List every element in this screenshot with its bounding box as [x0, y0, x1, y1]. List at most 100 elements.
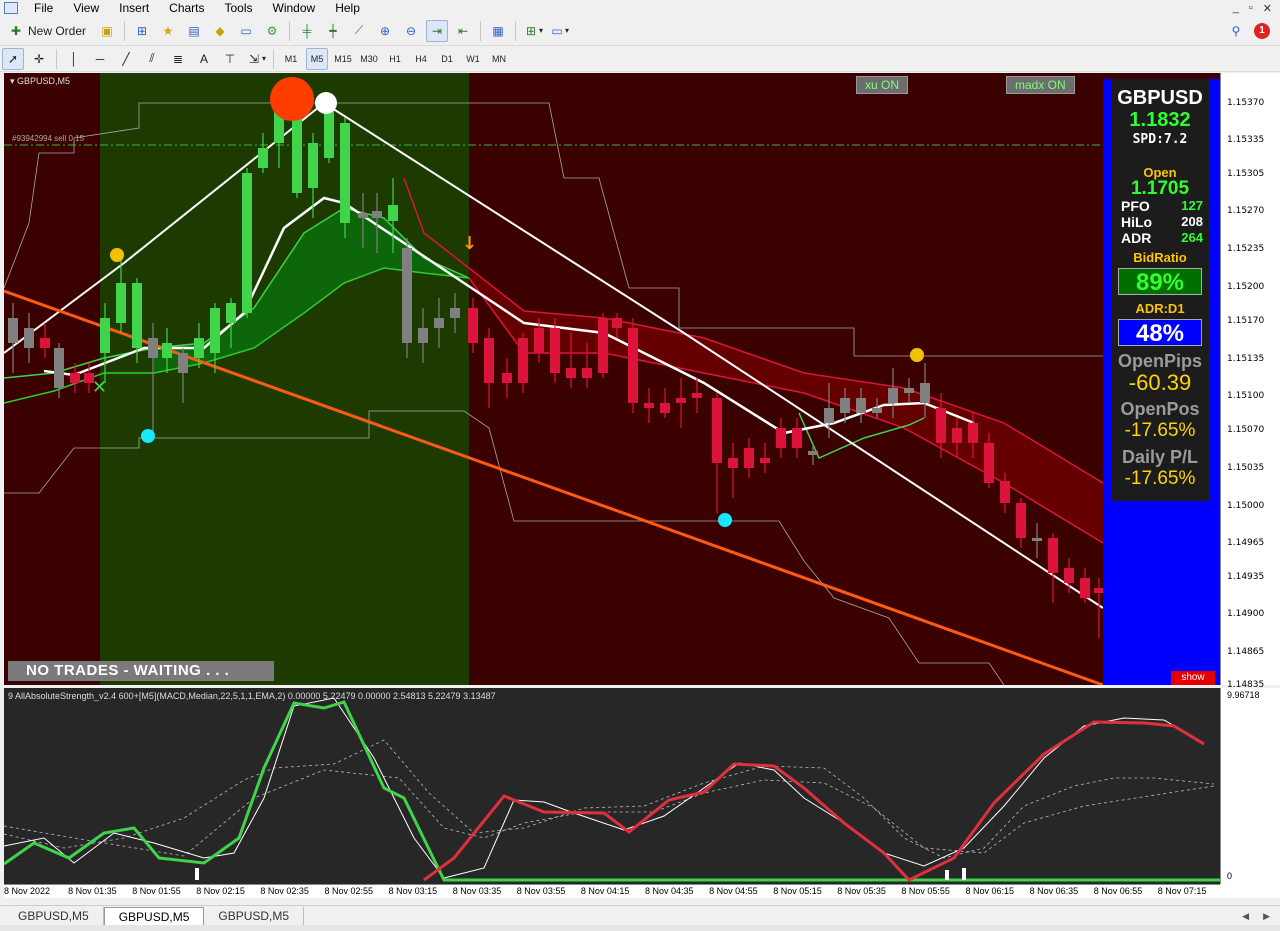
candle-body	[178, 353, 188, 373]
timeframe-h4[interactable]: H4	[410, 48, 432, 70]
cyan-marker-left	[141, 429, 155, 443]
chart-tab-active[interactable]: GBPUSD,M5	[103, 907, 205, 925]
templates-button[interactable]: ▭ ▾	[548, 20, 570, 42]
line-chart-button[interactable]: ⟋	[348, 20, 370, 42]
price-tick: 1.15100	[1227, 391, 1265, 401]
sell-arrow-icon: ↓	[462, 233, 477, 254]
zoom-out-button[interactable]: ⊖	[400, 20, 422, 42]
price-chart[interactable]: ↓ ✕ ▾ GBPUSD,M5 #93942994 sell 0.15 xu O…	[4, 73, 1220, 685]
app-icon	[4, 2, 18, 14]
price-tick: 1.14865	[1227, 647, 1265, 657]
channel-button[interactable]: ⫽	[141, 48, 163, 70]
horizontal-line-button[interactable]: ─	[89, 48, 111, 70]
timeframe-w1[interactable]: W1	[462, 48, 484, 70]
auto-scroll-button[interactable]: ⇥	[426, 19, 449, 42]
menu-insert[interactable]: Insert	[109, 0, 159, 16]
new-order-button[interactable]: ✚ New Order	[2, 20, 92, 42]
time-tick: 8 Nov 02:15	[196, 886, 245, 896]
adr-d1-label: ADR:D1	[1135, 301, 1185, 316]
candle-body	[598, 318, 608, 373]
candle-body	[372, 211, 382, 218]
candle-body	[468, 308, 478, 343]
indicator-panel[interactable]: 9 AllAbsoluteStrength_v2.4 600+[M5](MACD…	[4, 688, 1220, 884]
timeframe-h1[interactable]: H1	[384, 48, 406, 70]
time-tick: 8 Nov 07:15	[1157, 886, 1207, 896]
new-order-icon: ✚	[10, 23, 22, 38]
trendline-button[interactable]: ╱	[115, 48, 137, 70]
menu-file[interactable]: File	[24, 0, 63, 16]
search-icon[interactable]: ⚲	[1228, 23, 1244, 39]
restore-icon[interactable]: ▫	[1249, 2, 1253, 15]
text-label-button[interactable]: ⊤	[219, 48, 241, 70]
arrows-button[interactable]: ⇲ ▾	[245, 48, 267, 70]
scroll-left-icon[interactable]: ◀	[1242, 907, 1249, 925]
cross-marker-icon: ✕	[92, 377, 107, 398]
bar-chart-button[interactable]: ╪	[296, 20, 318, 42]
candle-body	[132, 283, 142, 348]
adr-d1-value: 48%	[1118, 319, 1202, 347]
price-chart-canvas: ↓ ✕	[4, 73, 1104, 685]
chart-tab[interactable]: GBPUSD,M5	[4, 907, 104, 925]
menu-window[interactable]: Window	[263, 0, 326, 16]
data-window-button[interactable]: ★	[157, 20, 179, 42]
toolbar-divider	[124, 20, 126, 41]
candle-body	[418, 328, 428, 343]
metaeditor-button[interactable]: ▣	[96, 20, 118, 42]
candle-body	[450, 308, 460, 318]
price-tick: 1.15135	[1227, 354, 1265, 364]
timeframe-m5[interactable]: M5	[306, 47, 328, 70]
chart-tab[interactable]: GBPUSD,M5	[204, 907, 305, 925]
candle-body	[54, 348, 64, 388]
minimize-icon[interactable]: _	[1233, 2, 1239, 15]
price-tick: 1.15270	[1227, 206, 1265, 216]
text-icon: A	[199, 51, 208, 66]
timeframe-m1[interactable]: M1	[280, 48, 302, 70]
white-top-marker	[315, 92, 337, 114]
crosshair-button[interactable]: ✛	[28, 48, 50, 70]
candle-body	[358, 213, 368, 218]
cursor-button[interactable]: ➚	[2, 47, 24, 70]
tile-windows-button[interactable]: ▦	[487, 20, 509, 42]
show-button[interactable]: show	[1171, 671, 1215, 685]
market-watch-button[interactable]: ⊞	[131, 20, 153, 42]
timeframe-d1[interactable]: D1	[436, 48, 458, 70]
candle-body	[8, 318, 18, 343]
timeframe-mn[interactable]: MN	[488, 48, 510, 70]
adr-value: 264	[1181, 230, 1203, 245]
text-button[interactable]: A	[193, 48, 215, 70]
auto-scroll-icon: ⇥	[431, 23, 443, 38]
menu-charts[interactable]: Charts	[159, 0, 214, 16]
current-price: 1.1832	[1129, 109, 1191, 131]
candle-body	[258, 148, 268, 168]
zoom-in-button[interactable]: ⊕	[374, 20, 396, 42]
metaeditor-icon: ▣	[101, 23, 113, 38]
menu-help[interactable]: Help	[325, 0, 370, 16]
arrows-icon: ⇲	[248, 51, 260, 66]
bullish-zone	[100, 73, 469, 685]
fibonacci-button[interactable]: ≣	[167, 48, 189, 70]
indicator-green-line	[4, 700, 1220, 882]
drawing-toolbar: ➚ ✛ │ ─ ╱ ⫽ ≣ A ⊤ ⇲ ▾ M1 M5 M15 M30 H1 H4…	[0, 46, 1280, 72]
terminal-button[interactable]: ◆	[209, 20, 231, 42]
xu-toggle-button[interactable]: xu ON	[856, 76, 909, 94]
autotrading-icon: ⚙	[266, 23, 278, 38]
chart-shift-button[interactable]: ⇤	[452, 20, 474, 42]
time-tick: 8 Nov 01:55	[132, 886, 181, 896]
close-icon[interactable]: ✕	[1263, 2, 1272, 15]
timeframe-m30[interactable]: M30	[358, 48, 380, 70]
navigator-button[interactable]: ▤	[183, 20, 205, 42]
strategy-tester-button[interactable]: ▭	[235, 20, 257, 42]
madx-toggle-button[interactable]: madx ON	[1006, 76, 1075, 94]
vertical-line-button[interactable]: │	[63, 48, 85, 70]
scroll-right-icon[interactable]: ▶	[1263, 907, 1270, 925]
autotrading-button[interactable]: ⚙	[261, 20, 283, 42]
candlestick-button[interactable]: ┿	[322, 20, 344, 42]
notification-badge[interactable]: 1	[1254, 22, 1270, 39]
candle-body	[1016, 503, 1026, 538]
timeframe-m15[interactable]: M15	[332, 48, 354, 70]
menu-tools[interactable]: Tools	[215, 0, 263, 16]
hilo-row: HiLo 208	[1111, 214, 1209, 230]
menu-view[interactable]: View	[63, 0, 109, 16]
indicators-button[interactable]: ⊞ ▾	[522, 20, 544, 42]
crosshair-icon: ✛	[33, 51, 45, 66]
